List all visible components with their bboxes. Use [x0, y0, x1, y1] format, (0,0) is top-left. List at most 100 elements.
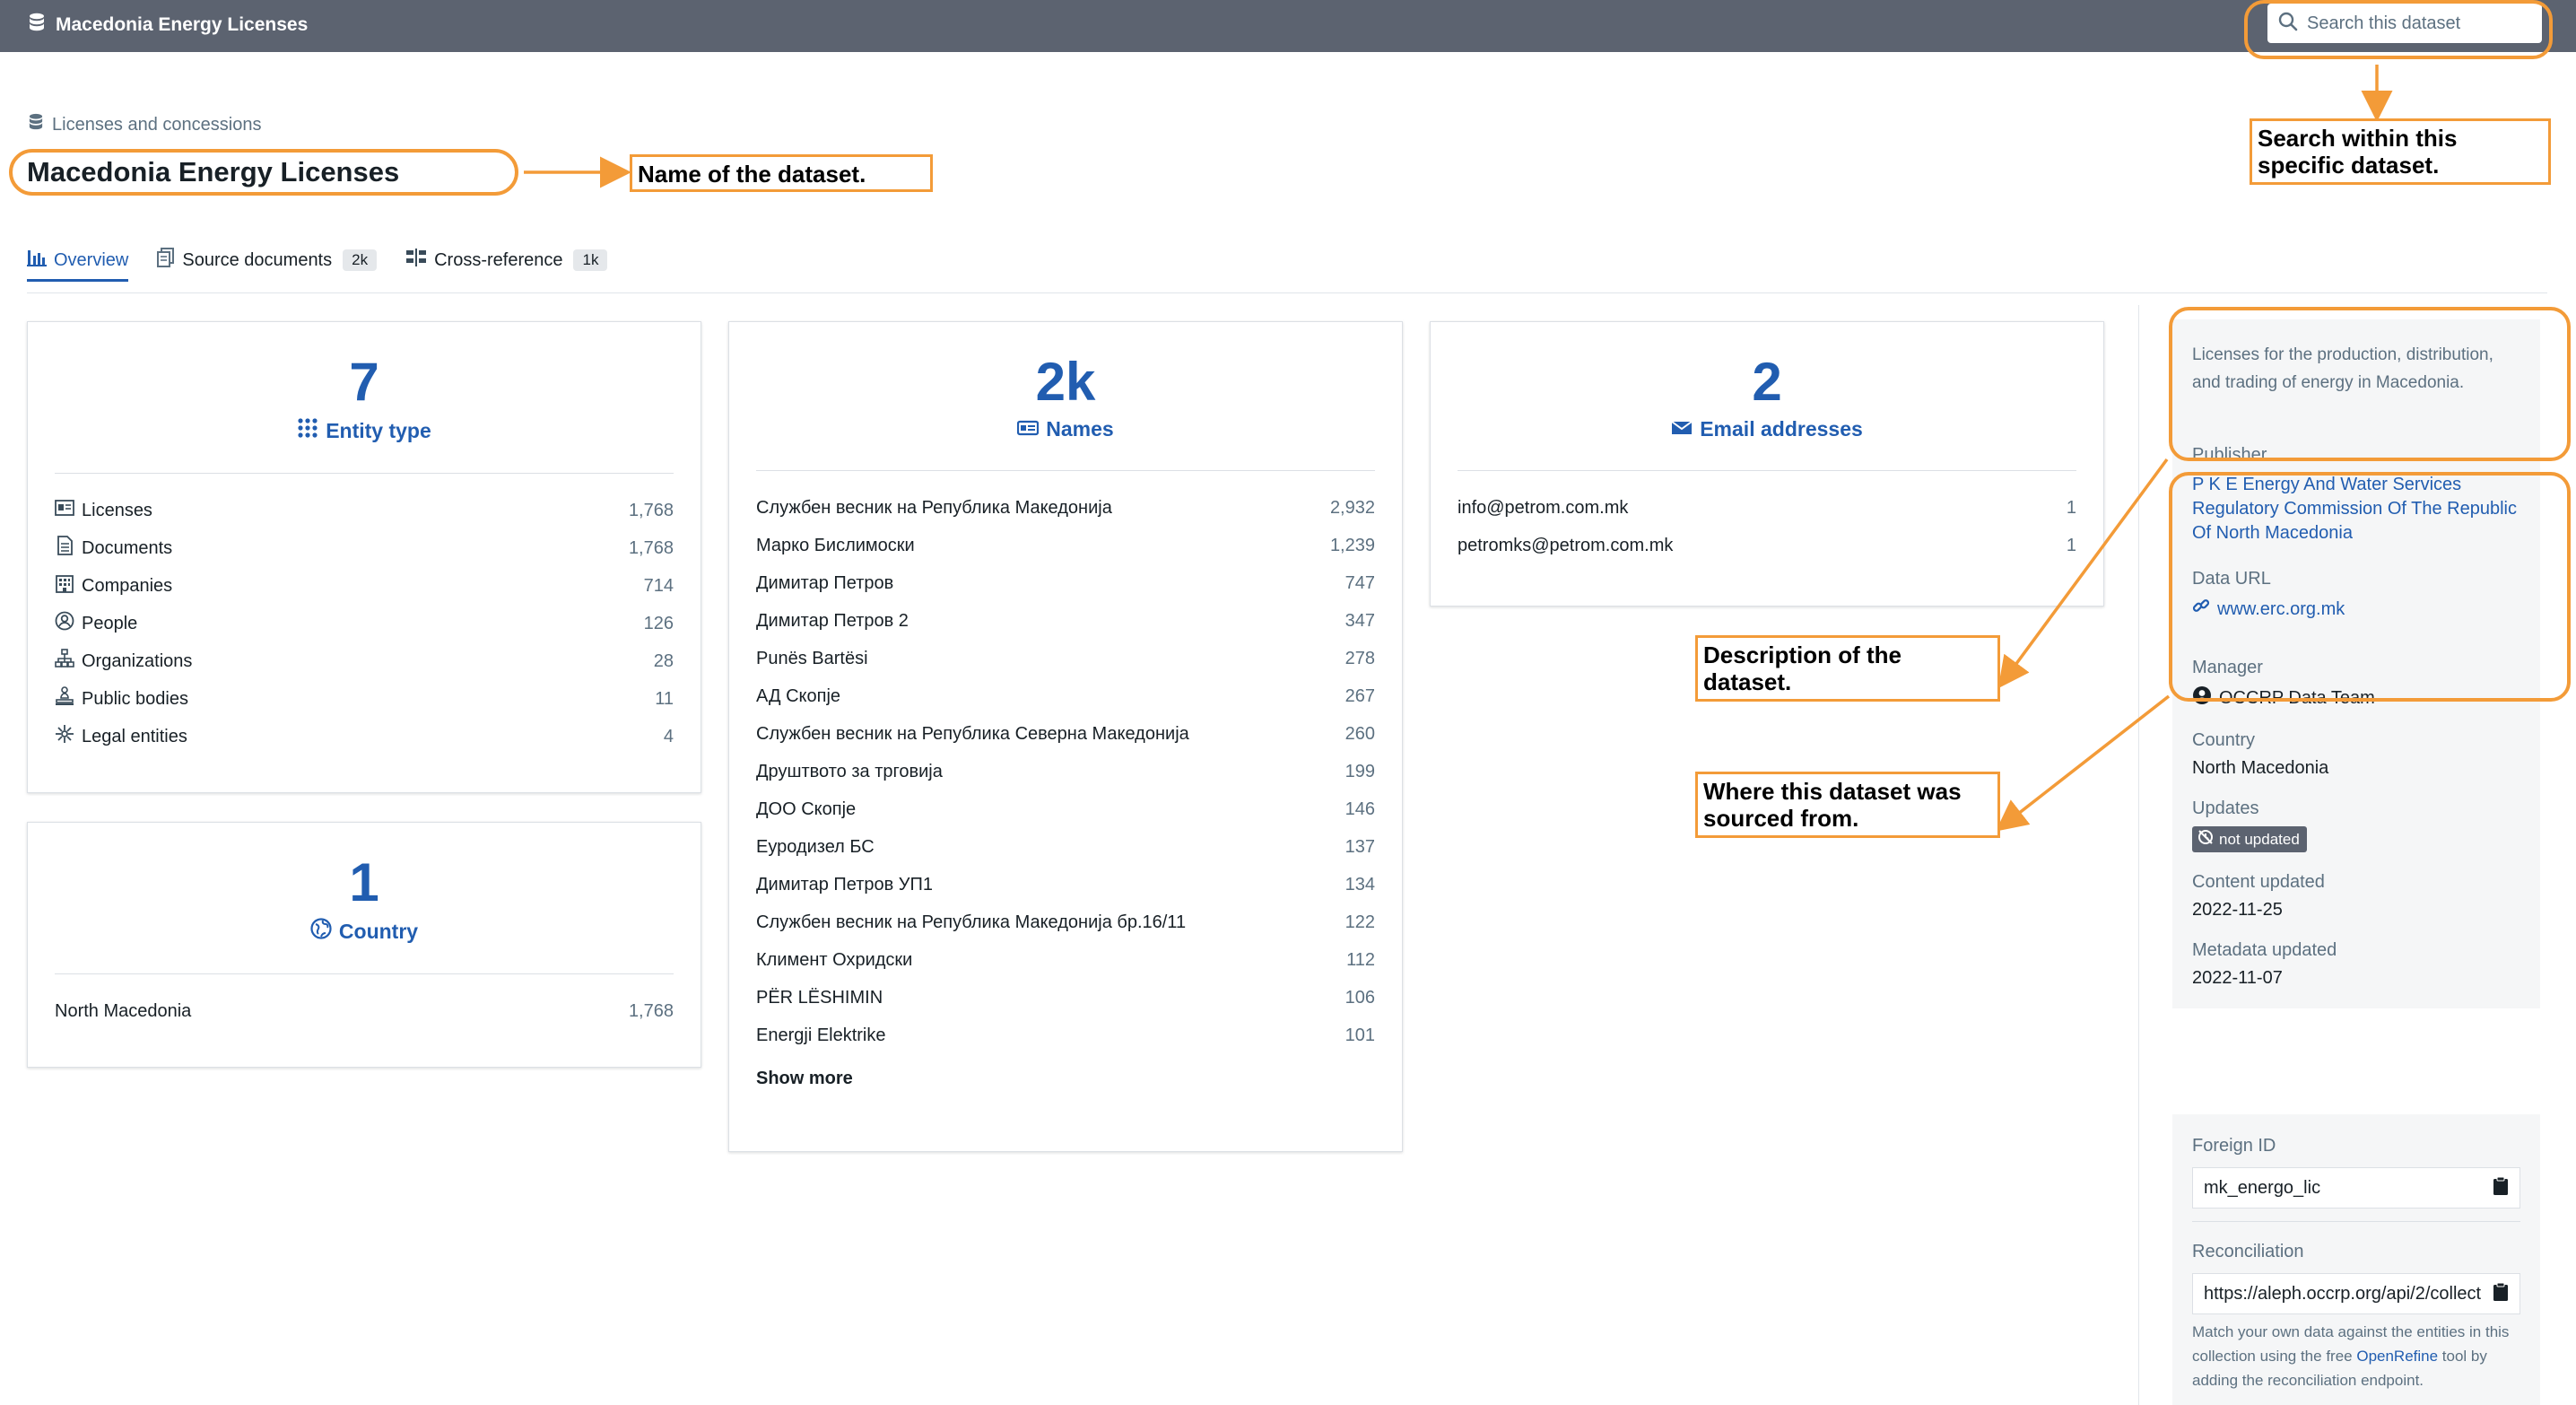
row-count: 347 — [1345, 610, 1375, 631]
list-item[interactable]: Licenses 1,768 — [55, 492, 674, 529]
list-item[interactable]: Климент Охридски 112 — [756, 941, 1375, 979]
row-count: 137 — [1345, 836, 1375, 857]
content-updated-value: 2022-11-25 — [2192, 900, 2283, 920]
foreign-id-input[interactable] — [2204, 1177, 2482, 1199]
list-item[interactable]: Службен весник на Република Македонија 2,… — [756, 489, 1375, 527]
tab-overview[interactable]: Overview — [27, 244, 129, 282]
description-highlight-ring — [2169, 307, 2571, 461]
clipboard-icon[interactable] — [2493, 1282, 2509, 1306]
dataset-brand[interactable]: Macedonia Energy Licenses — [29, 13, 308, 38]
tab-label: Source documents — [182, 249, 333, 270]
row-label: Legal entities — [82, 726, 187, 746]
row-label: Марко Бислимоски — [756, 535, 915, 555]
tab-label: Cross-reference — [434, 249, 563, 270]
metadata-updated-label: Metadata updated — [2192, 940, 2337, 960]
list-item[interactable]: Друштвото за трговија 199 — [756, 753, 1375, 790]
list-item[interactable]: North Macedonia 1,768 — [55, 992, 674, 1030]
list-item[interactable]: Службен весник на Република Македонија б… — [756, 903, 1375, 941]
tabs-divider — [27, 292, 2547, 293]
license-icon — [55, 500, 74, 521]
names-count: 2k — [1035, 352, 1096, 412]
email-count: 2 — [1752, 352, 1782, 412]
cross-reference-icon — [405, 249, 427, 272]
country-info-label: Country — [2192, 730, 2256, 750]
row-label: People — [82, 613, 138, 633]
id-card-icon — [1017, 417, 1040, 441]
grid-icon — [297, 417, 318, 444]
list-item[interactable]: Марко Бислимоски 1,239 — [756, 527, 1375, 564]
reconciliation-input[interactable] — [2204, 1283, 2482, 1305]
country-card: 1 Country North Macedonia 1,768 — [27, 822, 701, 1068]
row-label: Public bodies — [82, 688, 188, 709]
card-divider — [756, 470, 1375, 471]
row-label: Димитар Петров — [756, 572, 894, 593]
dataset-technical-sidebar: Foreign ID Reconciliation Match your own… — [2172, 1114, 2540, 1405]
country-label[interactable]: Country — [28, 918, 701, 945]
tab-source-documents[interactable]: Source documents 2k — [157, 244, 378, 276]
names-card: 2k Names Службен весник на Република Мак… — [728, 321, 1403, 1152]
entity-type-label[interactable]: Entity type — [28, 417, 701, 444]
openrefine-link[interactable]: OpenRefine — [2356, 1348, 2438, 1365]
country-text: Country — [338, 919, 419, 943]
list-item[interactable]: Public bodies 11 — [55, 680, 674, 718]
tab-cross-reference[interactable]: Cross-reference 1k — [405, 244, 608, 276]
globe-icon — [310, 918, 332, 945]
row-label: info@petrom.com.mk — [1458, 497, 1629, 518]
source-highlight-ring — [2169, 472, 2571, 702]
updates-label: Updates — [2192, 798, 2259, 818]
row-count: 1,768 — [628, 537, 674, 558]
names-text: Names — [1046, 417, 1114, 441]
row-count: 747 — [1345, 572, 1375, 593]
list-item[interactable]: Companies 714 — [55, 567, 674, 605]
row-label: Documents — [82, 537, 173, 558]
row-count: 134 — [1345, 874, 1375, 894]
row-label: Службен весник на Република Македонија б… — [756, 912, 1187, 932]
company-icon — [55, 573, 74, 598]
row-count: 126 — [643, 613, 674, 633]
email-text: Email addresses — [1700, 417, 1863, 441]
list-item[interactable]: Димитар Петров 747 — [756, 564, 1375, 602]
row-label: Друштвото за трговија — [756, 761, 943, 781]
list-item[interactable]: Documents 1,768 — [55, 529, 674, 567]
database-icon — [29, 113, 43, 136]
list-item[interactable]: petromks@petrom.com.mk 1 — [1458, 527, 2076, 564]
entity-type-card: 7 Entity type Licenses 1,768 Documents 1… — [27, 321, 701, 793]
row-count: 1,768 — [628, 500, 674, 520]
row-label: Companies — [82, 575, 173, 596]
row-count: 199 — [1345, 761, 1375, 781]
list-item[interactable]: PËR LËSHIMIN 106 — [756, 979, 1375, 1017]
list-item[interactable]: Димитар Петров 2 347 — [756, 602, 1375, 640]
list-item[interactable]: ДОО Скопје 146 — [756, 790, 1375, 828]
row-label: Organizations — [82, 650, 193, 671]
list-item[interactable]: Energji Elektrike 101 — [756, 1017, 1375, 1054]
field-divider — [2192, 1221, 2520, 1222]
list-item[interactable]: Legal entities 4 — [55, 718, 674, 755]
names-label[interactable]: Names — [729, 417, 1402, 441]
row-count: 260 — [1345, 723, 1375, 744]
breadcrumb[interactable]: Licenses and concessions — [29, 113, 261, 136]
email-label[interactable]: Email addresses — [1431, 417, 2103, 441]
row-count: 714 — [643, 575, 674, 596]
foreign-id-field — [2192, 1167, 2520, 1209]
list-item[interactable]: info@petrom.com.mk 1 — [1458, 489, 2076, 527]
show-more-button[interactable]: Show more — [729, 1069, 1402, 1089]
row-count: 267 — [1345, 685, 1375, 706]
list-item[interactable]: Organizations 28 — [55, 642, 674, 680]
legal-entity-icon — [55, 724, 74, 749]
list-item[interactable]: Punës Bartësi 278 — [756, 640, 1375, 677]
list-item[interactable]: People 126 — [55, 605, 674, 642]
clipboard-icon[interactable] — [2493, 1176, 2509, 1200]
dataset-tabs: Overview Source documents 2k Cross-refer… — [27, 244, 636, 282]
list-item[interactable]: АД Скопје 267 — [756, 677, 1375, 715]
bar-chart-icon — [27, 249, 47, 272]
name-annotation: Name of the dataset. — [630, 154, 933, 192]
list-item[interactable]: Димитар Петров УП1 134 — [756, 866, 1375, 903]
list-item[interactable]: Службен весник на Република Северна Маке… — [756, 715, 1375, 753]
sidebar-divider — [2138, 305, 2139, 1405]
row-count: 1 — [2066, 497, 2076, 518]
list-item[interactable]: Еуродизел БС 137 — [756, 828, 1375, 866]
document-icon — [55, 536, 74, 561]
database-icon — [29, 13, 45, 38]
card-divider — [55, 473, 674, 474]
search-annotation: Search within this specific dataset. — [2250, 118, 2551, 185]
